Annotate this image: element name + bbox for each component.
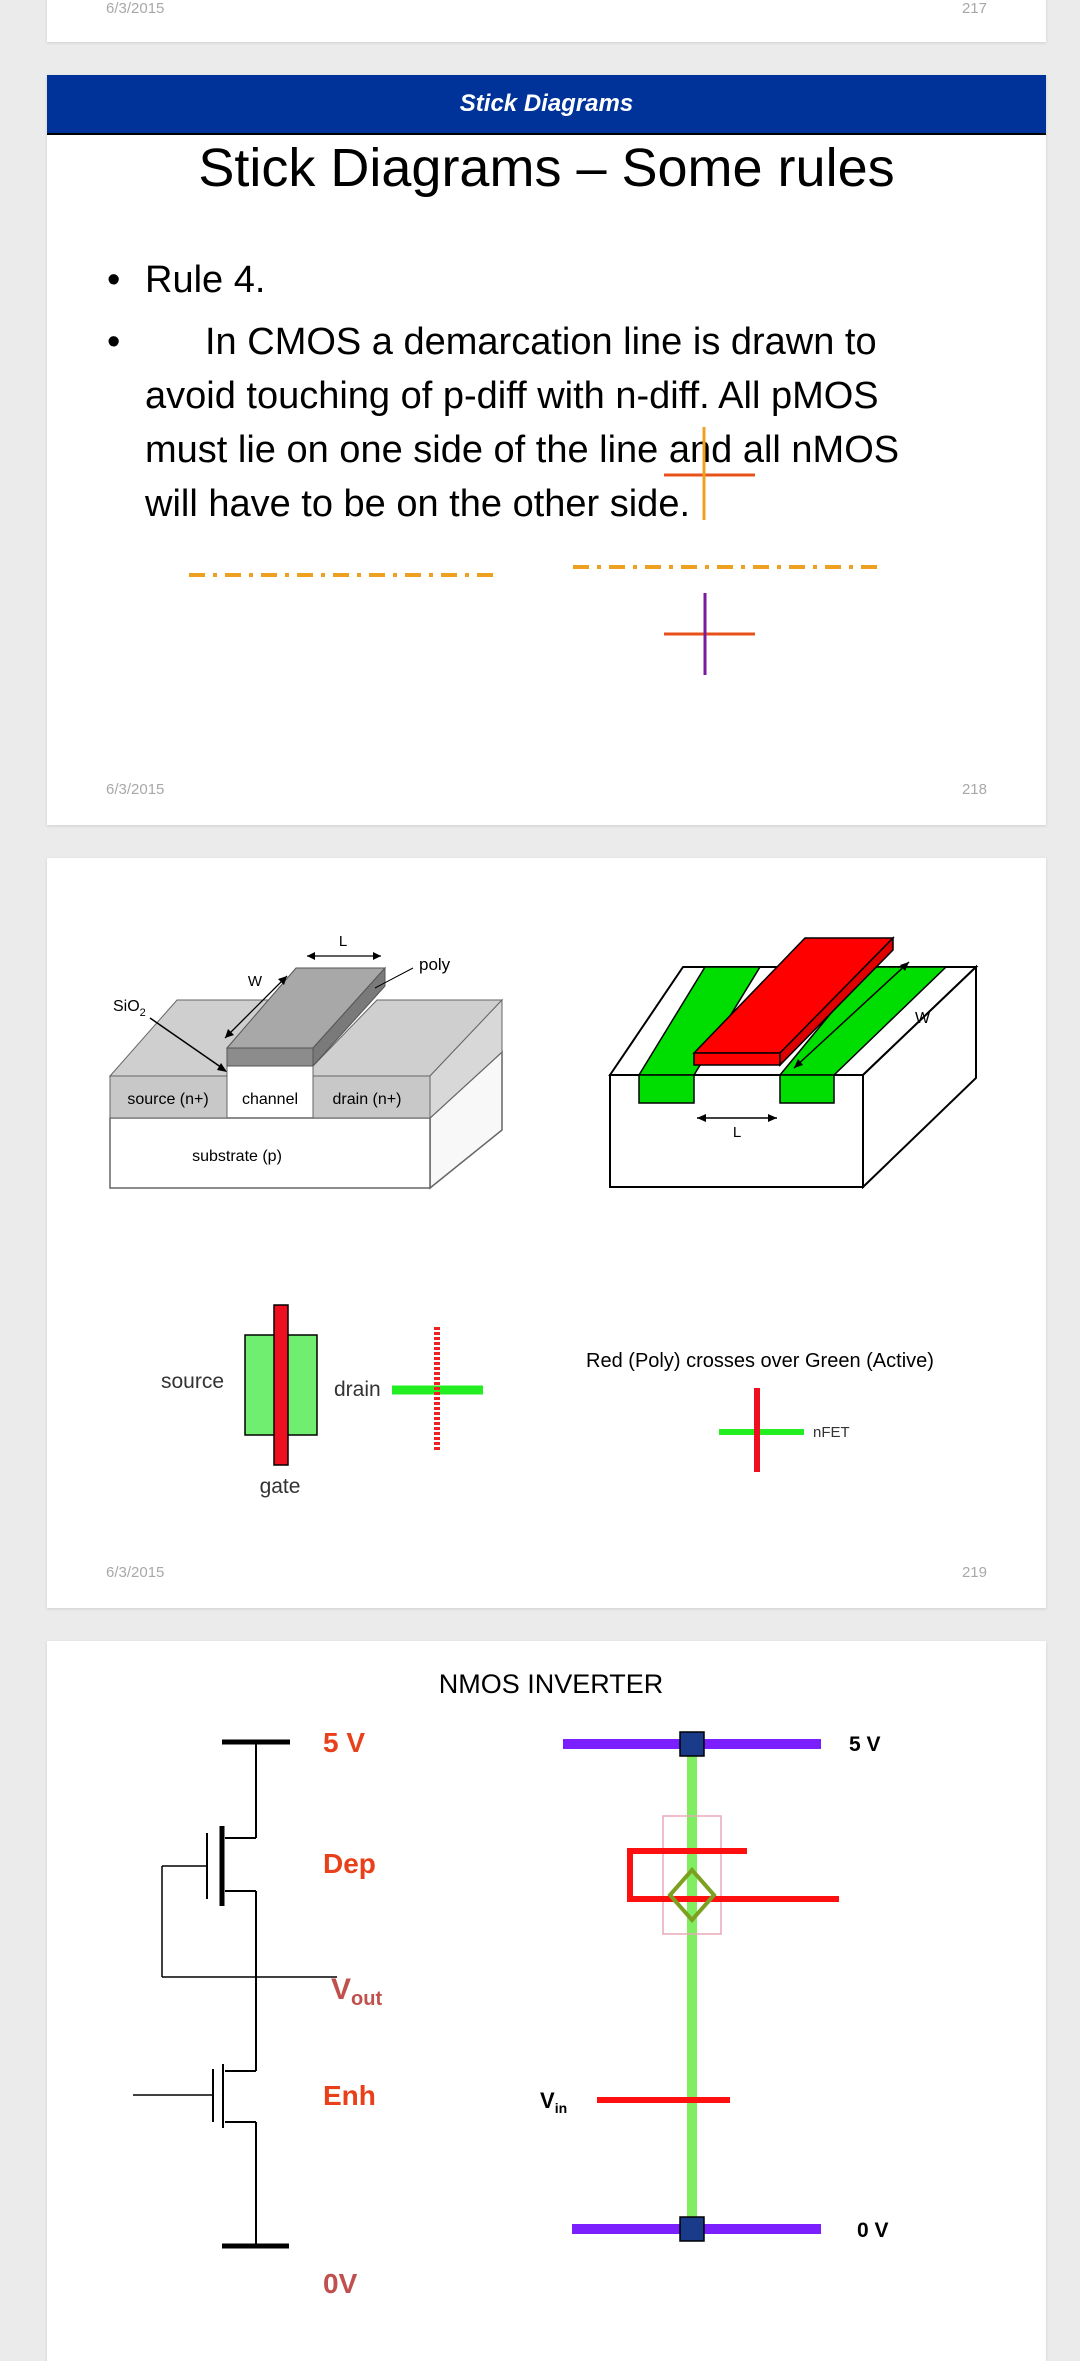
- dep-poly-loop: [627, 1848, 839, 1902]
- active-right-front: [779, 1074, 835, 1104]
- active-left-front: [638, 1074, 695, 1104]
- sio2-label: SiO2: [113, 998, 146, 1019]
- schematic-labels: 5 V Dep Vout Enh 0V: [323, 1727, 382, 2299]
- nmos-inverter-figure: NMOS INVERTER 5 V Dep Vout Enh 0V 5 V Vi…: [133, 1669, 889, 2299]
- slide-number: 218: [961, 781, 987, 798]
- slide-217: 6/3/2015 217: [47, 0, 1046, 42]
- slide-219: L W poly SiO2 source (n+) channel drain …: [47, 858, 1046, 1608]
- gate-label: gate: [260, 1475, 301, 1498]
- slide-date: 6/3/2015: [106, 0, 165, 17]
- caption: Red (Poly) crosses over Green (Active): [586, 1350, 934, 1372]
- drain-label: drain (n+): [333, 1091, 402, 1108]
- slide-number: 219: [961, 1564, 987, 1581]
- arrow-head: [307, 952, 315, 960]
- label-vout: Vout: [331, 1973, 382, 2010]
- w-label: W: [915, 1010, 931, 1027]
- w-label: W: [248, 973, 263, 990]
- stick-5v-label: 5 V: [849, 1733, 881, 1756]
- stick-0v-label: 0 V: [857, 2219, 889, 2242]
- nfet-label: nFET: [813, 1424, 850, 1441]
- stick-vin-label: Vin: [540, 2088, 567, 2116]
- demarcation-figure: [189, 427, 883, 675]
- l-label: L: [733, 1124, 741, 1141]
- slide-date: 6/3/2015: [106, 781, 165, 798]
- poly-front: [693, 1052, 781, 1066]
- l-label: L: [339, 933, 347, 950]
- mosfet-figures: L W poly SiO2 source (n+) channel drain …: [108, 933, 979, 1498]
- label-0v: 0V: [323, 2268, 358, 2299]
- slide-nmos-inverter: NMOS INVERTER 5 V Dep Vout Enh 0V 5 V Vi…: [47, 1641, 1046, 2361]
- poly-gate-front: [226, 1047, 314, 1067]
- transistor-stick-symbol: source drain gate: [161, 1304, 483, 1498]
- nfet-cross: nFET: [719, 1388, 850, 1472]
- source-label: source (n+): [127, 1091, 208, 1108]
- slide-number: 217: [961, 0, 987, 17]
- inverter-schematic: [133, 1739, 337, 2249]
- slide-title: NMOS INVERTER: [439, 1669, 664, 1699]
- slide-218: Stick Diagrams Stick Diagrams – Some rul…: [47, 75, 1046, 825]
- poly-bar: [273, 1304, 289, 1466]
- label-enh: Enh: [323, 2080, 376, 2111]
- source-label: source: [161, 1370, 224, 1393]
- channel-label: channel: [242, 1091, 298, 1108]
- vdd-contact: [679, 1731, 705, 1757]
- gnd-contact: [679, 2216, 705, 2242]
- label-dep: Dep: [323, 1848, 376, 1879]
- mosfet-cross-section: L W poly SiO2 source (n+) channel drain …: [108, 933, 504, 1190]
- label-5v: 5 V: [323, 1727, 365, 1758]
- mosfet-3d-colored: W L: [608, 936, 979, 1190]
- substrate-label: substrate (p): [192, 1148, 282, 1165]
- drain-label: drain: [334, 1378, 381, 1401]
- inverter-stick-diagram: 5 V Vin 0 V: [540, 1731, 889, 2242]
- slide-date: 6/3/2015: [106, 1564, 165, 1581]
- arrow-head: [373, 952, 381, 960]
- poly-label: poly: [419, 955, 451, 974]
